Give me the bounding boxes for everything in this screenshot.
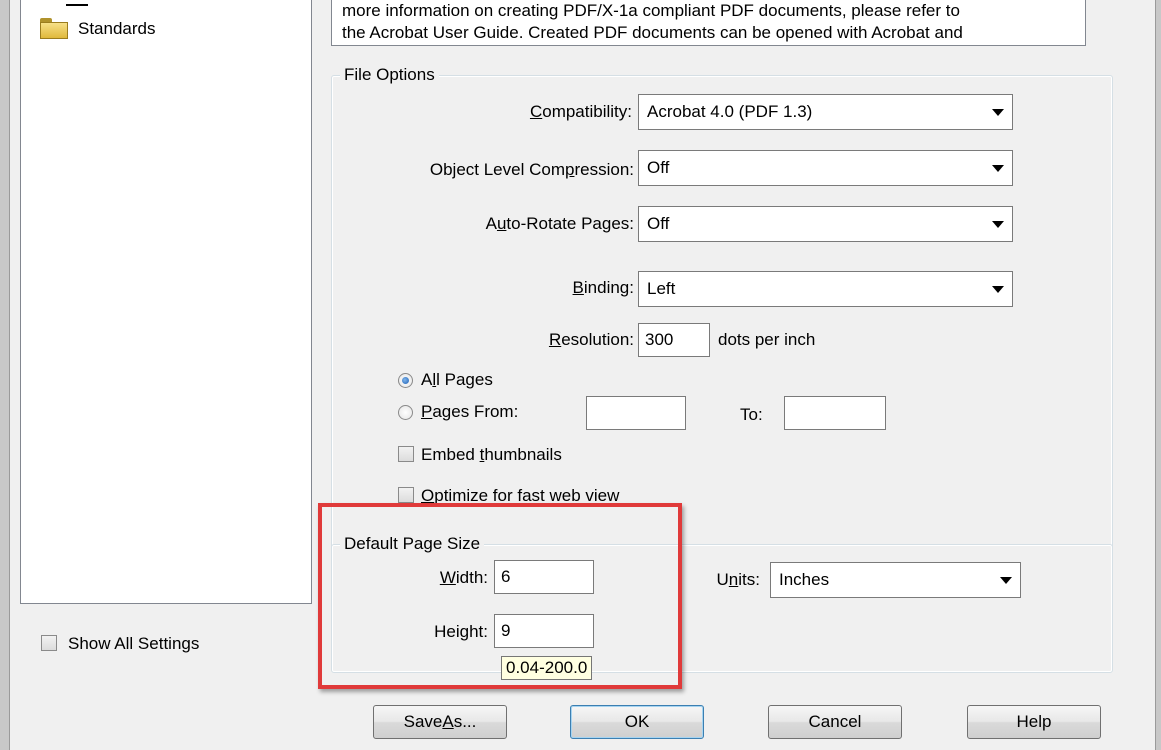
all-pages-radio[interactable] bbox=[398, 373, 413, 388]
description-text-box[interactable]: more information on creating PDF/X-1a co… bbox=[331, 0, 1086, 46]
show-all-settings-checkbox[interactable] bbox=[41, 635, 57, 651]
chevron-down-icon[interactable] bbox=[992, 109, 1004, 116]
optimize-web-checkbox[interactable] bbox=[398, 487, 414, 503]
chevron-down-icon[interactable] bbox=[992, 286, 1004, 293]
ok-button[interactable]: OK bbox=[570, 705, 704, 739]
pages-from-radio[interactable] bbox=[398, 405, 413, 420]
units-label: Units: bbox=[716, 570, 760, 589]
tree-item-standards[interactable]: Standards bbox=[40, 17, 156, 41]
window-right-edge bbox=[1155, 0, 1161, 750]
show-all-settings-label: Show All Settings bbox=[68, 634, 200, 653]
tree-item-label: Standards bbox=[78, 19, 156, 38]
tree-connector-line bbox=[66, 4, 88, 6]
description-line: the Acrobat User Guide. Created PDF docu… bbox=[342, 23, 963, 42]
all-pages-label: All Pages bbox=[421, 370, 493, 389]
auto-rotate-label: Auto-Rotate Pages: bbox=[485, 214, 634, 233]
embed-thumbnails-checkbox[interactable] bbox=[398, 446, 414, 462]
settings-tree-panel[interactable] bbox=[20, 0, 312, 604]
highlight-annotation bbox=[318, 503, 682, 689]
window-left-edge bbox=[0, 0, 10, 750]
resolution-label: Resolution: bbox=[548, 330, 634, 349]
compatibility-select[interactable]: Acrobat 4.0 (PDF 1.3) bbox=[638, 94, 1013, 130]
pages-from-label: Pages From: bbox=[421, 402, 519, 421]
save-as-button[interactable]: Save As... bbox=[373, 705, 507, 739]
file-options-group bbox=[331, 75, 1113, 554]
binding-label: Binding: bbox=[572, 278, 634, 297]
object-compression-select[interactable]: Off bbox=[638, 150, 1013, 186]
auto-rotate-select[interactable]: Off bbox=[638, 206, 1013, 242]
help-button[interactable]: Help bbox=[967, 705, 1101, 739]
description-line: more information on creating PDF/X-1a co… bbox=[342, 1, 960, 20]
cancel-button[interactable]: Cancel bbox=[768, 705, 902, 739]
compatibility-label: Compatibility: bbox=[529, 102, 632, 121]
chevron-down-icon[interactable] bbox=[1000, 577, 1012, 584]
object-compression-label: Object Level Compression: bbox=[429, 160, 634, 179]
units-select[interactable]: Inches bbox=[770, 562, 1021, 598]
resolution-input[interactable]: 300 bbox=[638, 323, 710, 357]
pages-to-input[interactable] bbox=[784, 396, 886, 430]
pages-from-input[interactable] bbox=[586, 396, 686, 430]
pages-to-label: To: bbox=[740, 405, 763, 424]
folder-icon bbox=[40, 18, 68, 40]
resolution-unit: dots per inch bbox=[718, 330, 816, 349]
chevron-down-icon[interactable] bbox=[992, 165, 1004, 172]
file-options-title: File Options bbox=[340, 65, 439, 85]
binding-select[interactable]: Left bbox=[638, 271, 1013, 307]
chevron-down-icon[interactable] bbox=[992, 221, 1004, 228]
embed-thumbnails-label: Embed thumbnails bbox=[421, 445, 562, 464]
